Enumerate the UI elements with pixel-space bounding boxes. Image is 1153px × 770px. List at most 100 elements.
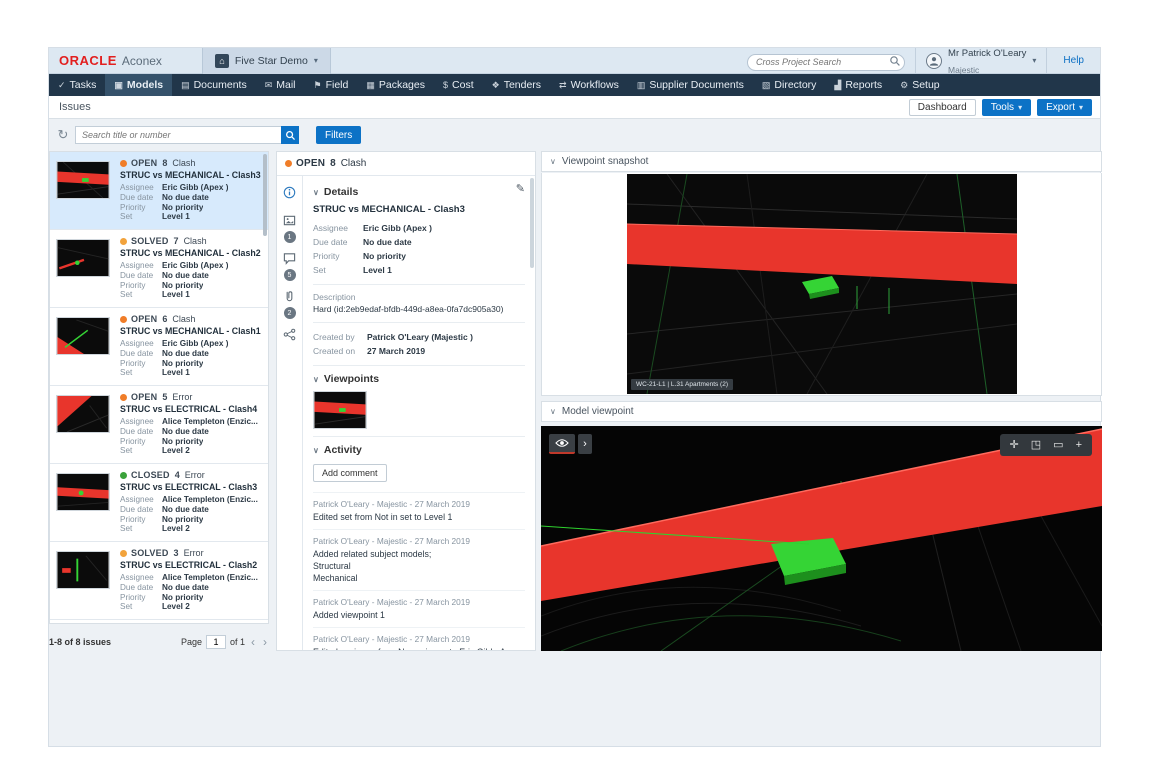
filters-button[interactable]: Filters — [316, 126, 362, 144]
building-icon: ⌂ — [214, 53, 229, 68]
tools-button[interactable]: Tools — [981, 98, 1032, 116]
viewpoints-count-badge: 1 — [283, 231, 296, 243]
tab-mail[interactable]: Mail — [256, 74, 305, 96]
field-value: Level 1 — [162, 290, 190, 300]
tab-tasks[interactable]: Tasks — [49, 74, 105, 96]
help-link[interactable]: Help — [1063, 55, 1084, 66]
next-page-button[interactable] — [261, 636, 269, 648]
tab-tenders[interactable]: Tenders — [483, 74, 550, 96]
issue-list-item[interactable]: OPEN 6 Clash STRUC vs MECHANICAL - Clash1 … — [50, 308, 268, 386]
field-value: Alice Templeton (Enzic... — [162, 417, 258, 426]
info-icon[interactable] — [282, 184, 298, 200]
search-button[interactable] — [281, 126, 299, 144]
detail-number: 8 — [330, 158, 336, 169]
field-value: No priority — [162, 202, 204, 212]
issue-list-item[interactable]: SOLVED 3 Error STRUC vs ELECTRICAL - Clash… — [50, 542, 268, 620]
add-comment-button[interactable]: Add comment — [313, 464, 387, 482]
viewpoint-thumbnail[interactable] — [313, 391, 367, 429]
measure-tool-icon[interactable] — [1053, 440, 1063, 451]
issue-list-item[interactable]: OPEN 5 Error STRUC vs ELECTRICAL - Clash4 … — [50, 386, 268, 464]
tab-directory[interactable]: Directory — [753, 74, 826, 96]
page-number-input[interactable] — [205, 635, 226, 649]
tab-workflows[interactable]: Workflows — [550, 74, 628, 96]
field-label: Set — [120, 602, 133, 612]
dashboard-button[interactable]: Dashboard — [908, 98, 976, 116]
tab-label: Setup — [912, 79, 940, 91]
section-cube-icon[interactable] — [1031, 440, 1041, 451]
activity-section-toggle[interactable]: Activity — [313, 444, 525, 456]
project-selector[interactable]: ⌂ Five Star Demo — [201, 47, 331, 74]
tab-label: Packages — [378, 79, 425, 91]
check-icon — [58, 80, 66, 91]
tab-cost[interactable]: Cost — [434, 74, 483, 96]
section-title: Details — [323, 186, 359, 198]
field-label: Assignee — [120, 495, 154, 504]
related-models-icon[interactable] — [282, 326, 298, 342]
expand-toolbar-button[interactable] — [578, 434, 592, 454]
status-dot — [120, 159, 127, 167]
field-label: Assignee — [120, 417, 154, 426]
issue-list-item[interactable]: OPEN 8 Clash STRUC vs MECHANICAL - Clash3 … — [50, 152, 268, 230]
refresh-button[interactable] — [55, 127, 71, 143]
envelope-icon — [265, 80, 273, 91]
field-label: Due date — [120, 348, 154, 358]
visibility-eye-button[interactable] — [549, 434, 575, 454]
issue-search-input[interactable] — [75, 126, 281, 144]
tab-label: Directory — [774, 79, 817, 91]
snapshot-location-label: WC-21-L1 | L.31 Apartments (2) — [631, 379, 734, 390]
tab-models[interactable]: Models — [105, 74, 173, 96]
dashboard-button-label: Dashboard — [917, 101, 967, 113]
field-label: Priority — [120, 358, 146, 368]
issue-list: OPEN 8 Clash STRUC vs MECHANICAL - Clash3 … — [49, 151, 269, 624]
field-value: No due date — [162, 192, 209, 202]
detail-scrollbar-thumb[interactable] — [530, 178, 534, 268]
filters-button-label: Filters — [325, 129, 353, 141]
tab-packages[interactable]: Packages — [357, 74, 434, 96]
viewpoints-section-toggle[interactable]: Viewpoints — [313, 373, 525, 385]
user-menu[interactable]: Mr Patrick O'Leary Majestic — [915, 48, 1046, 74]
status-dot — [120, 471, 127, 479]
issue-detail-panel: OPEN 8 Clash 1 5 2 ✎ ∨ Details STRUC vs … — [276, 151, 536, 651]
tab-reports[interactable]: Reports — [825, 74, 891, 96]
viewpoint-snapshot-panel: WC-21-L1 | L.31 Apartments (2) — [541, 173, 1102, 396]
field-value: Eric Gibb (Apex ) — [162, 183, 229, 192]
edit-icon[interactable] — [516, 182, 525, 195]
oracle-logo: ORACLE — [59, 53, 117, 68]
attachments-icon[interactable] — [282, 288, 298, 304]
field-label: Set — [120, 290, 133, 300]
issue-summary: OPEN 8 Clash STRUC vs MECHANICAL - Clash3 … — [120, 158, 262, 222]
search-icon[interactable] — [889, 54, 901, 72]
field-value: Level 1 — [162, 368, 190, 378]
tab-label: Cost — [452, 79, 474, 91]
export-button[interactable]: Export — [1037, 98, 1092, 116]
model-viewpoint-header[interactable]: Model viewpoint — [541, 401, 1102, 422]
issue-number: 7 — [173, 236, 179, 246]
tab-documents[interactable]: Documents — [172, 74, 256, 96]
previous-page-button[interactable] — [249, 636, 257, 648]
comments-icon[interactable] — [282, 250, 298, 266]
tab-field[interactable]: Field — [305, 74, 358, 96]
viewpoint-snapshot-header[interactable]: Viewpoint snapshot — [541, 151, 1102, 172]
issue-list-item[interactable]: CLOSED 4 Error STRUC vs ELECTRICAL - Clash… — [50, 464, 268, 542]
gear-icon — [900, 80, 908, 91]
issue-list-item[interactable]: SOLVED 7 Clash STRUC vs MECHANICAL - Clash… — [50, 230, 268, 308]
tab-setup[interactable]: Setup — [891, 74, 949, 96]
help-area: Help — [1046, 48, 1100, 73]
field-value: Level 2 — [162, 602, 190, 612]
field-value: Level 1 — [162, 212, 190, 222]
model-viewpoint-canvas[interactable] — [540, 426, 1103, 652]
field-value: No priority — [162, 514, 204, 524]
page-label: Page — [180, 637, 202, 647]
workflow-icon — [559, 80, 567, 91]
viewpoints-icon[interactable] — [282, 212, 298, 228]
pan-tool-icon[interactable] — [1010, 440, 1019, 451]
chevron-down-icon — [1079, 103, 1083, 112]
details-section-toggle[interactable]: Details — [313, 186, 525, 198]
tab-supplier-documents[interactable]: Supplier Documents — [628, 74, 753, 96]
cross-project-search-input[interactable] — [747, 53, 906, 71]
field-value: Eric Gibb (Apex ) — [162, 339, 229, 348]
list-scrollbar-thumb[interactable] — [263, 154, 267, 236]
field-value: Eric Gibb (Apex ) — [363, 223, 432, 233]
sub-header-bar: Issues Dashboard Tools Export — [49, 96, 1100, 119]
zoom-in-icon[interactable] — [1076, 440, 1082, 451]
